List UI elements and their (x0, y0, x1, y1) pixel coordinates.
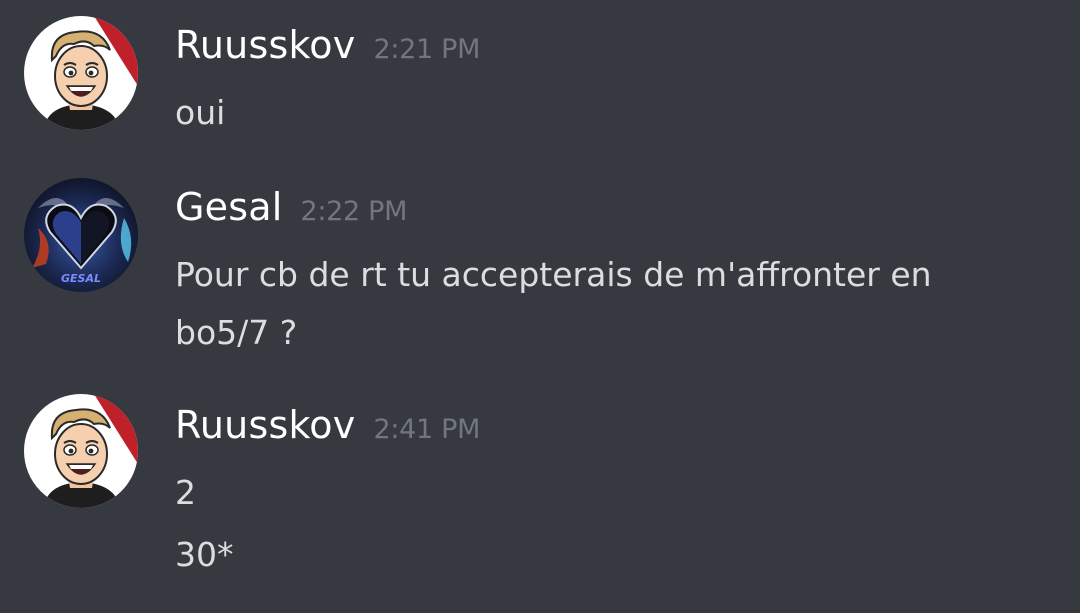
username[interactable]: Ruusskov (175, 403, 355, 447)
message-header: Gesal 2:22 PM (175, 185, 407, 235)
avatar[interactable] (24, 16, 138, 130)
avatar[interactable] (24, 394, 138, 508)
message-text: Pour cb de rt tu accepterais de m'affron… (175, 255, 932, 294)
avatar[interactable]: GESAL (24, 178, 138, 292)
dark-heart-avatar-icon: GESAL (24, 178, 138, 292)
message-text: 30* (175, 535, 234, 574)
timestamp: 2:22 PM (300, 196, 408, 227)
chat-message-list: Ruusskov 2:21 PM oui GESAL Gesal 2:22 PM… (0, 0, 1080, 613)
gesal-logo-text: GESAL (61, 272, 101, 285)
message-text: 2 (175, 473, 196, 512)
message-header: Ruusskov 2:41 PM (175, 403, 480, 453)
message-text: oui (175, 93, 226, 132)
cartoon-face-avatar-icon (24, 394, 138, 508)
username[interactable]: Ruusskov (175, 23, 355, 67)
timestamp: 2:21 PM (373, 34, 481, 65)
message-text: bo5/7 ? (175, 313, 298, 352)
username[interactable]: Gesal (175, 185, 282, 229)
timestamp: 2:41 PM (373, 414, 481, 445)
cartoon-face-avatar-icon (24, 16, 138, 130)
message-header: Ruusskov 2:21 PM (175, 23, 480, 73)
